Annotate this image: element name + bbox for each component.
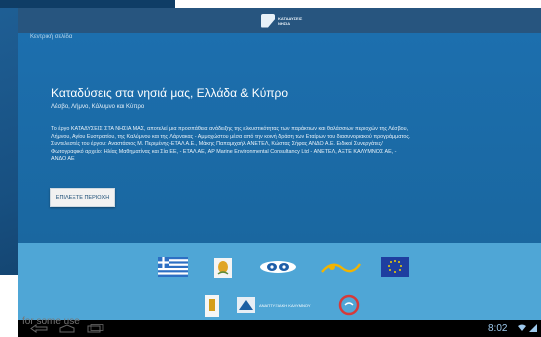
interreg-logo [258, 257, 298, 277]
clock: 8:02 [488, 323, 508, 334]
page-title: Καταδύσεις στα νησιά μας, Ελλάδα & Κύπρο [51, 86, 289, 100]
page-description: Το έργο ΚΑΤΑΔΥΣΕΙΣ ΣΤΑ ΝΗΣΙΑ ΜΑΣ, αποτελ… [51, 126, 411, 163]
overlay-caption: for some use [22, 316, 80, 327]
eu-flag-logo [380, 256, 410, 278]
partners-footer: ΑΝΑΠΤΥΞΙΑΚΗ ΚΑΛΥΜΝΟΥ [18, 243, 541, 320]
app-header: ΚΑΤΑΔΥΣΕΙΣ ΝΗΣΙΑ [18, 8, 541, 33]
logo-text-line-1: ΚΑΤΑΔΥΣΕΙΣ [278, 15, 303, 21]
recent-apps-icon[interactable] [86, 324, 104, 333]
tablet-frame: ΚΑΤΑΔΥΣΕΙΣ ΝΗΣΙΑ Κεντρική σελίδα Καταδύσ… [18, 8, 541, 337]
app-logo[interactable]: ΚΑΤΑΔΥΣΕΙΣ ΝΗΣΙΑ [261, 11, 311, 30]
wifi-icon [518, 324, 526, 331]
logo-mark-icon [261, 13, 275, 28]
background-window-bar [0, 0, 175, 8]
app-screen: ΚΑΤΑΔΥΣΕΙΣ ΝΗΣΙΑ Κεντρική σελίδα Καταδύσ… [18, 8, 541, 320]
status-icons [518, 324, 537, 332]
select-region-button[interactable]: ΕΠΙΛΕΞΤΕ ΠΕΡΙΟΧΗ [50, 188, 115, 207]
greek-flag-logo [158, 256, 188, 278]
dive-center-logo [336, 292, 362, 318]
partner-3-label: ΑΝΑΠΤΥΞΙΑΚΗ ΚΑΛΥΜΝΟΥ [259, 302, 311, 308]
logo-text: ΚΑΤΑΔΥΣΕΙΣ ΝΗΣΙΑ [278, 16, 302, 26]
program-logo [320, 257, 362, 277]
anaptyxiaki-kalymnou-logo: ΑΝΑΠΤΥΞΙΑΚΗ ΚΑΛΥΜΝΟΥ [237, 295, 327, 315]
breadcrumb[interactable]: Κεντρική σελίδα [30, 34, 72, 44]
system-navigation-bar: 8:02 [18, 320, 541, 337]
municipality-logo [204, 293, 220, 318]
signal-icon [529, 324, 537, 332]
logo-text-line-2: ΝΗΣΙΑ [278, 20, 291, 26]
cyprus-emblem-logo [212, 256, 234, 280]
page-subtitle: Λέσβο, Λήμνο, Κάλυμνο και Κύπρο [51, 104, 145, 110]
